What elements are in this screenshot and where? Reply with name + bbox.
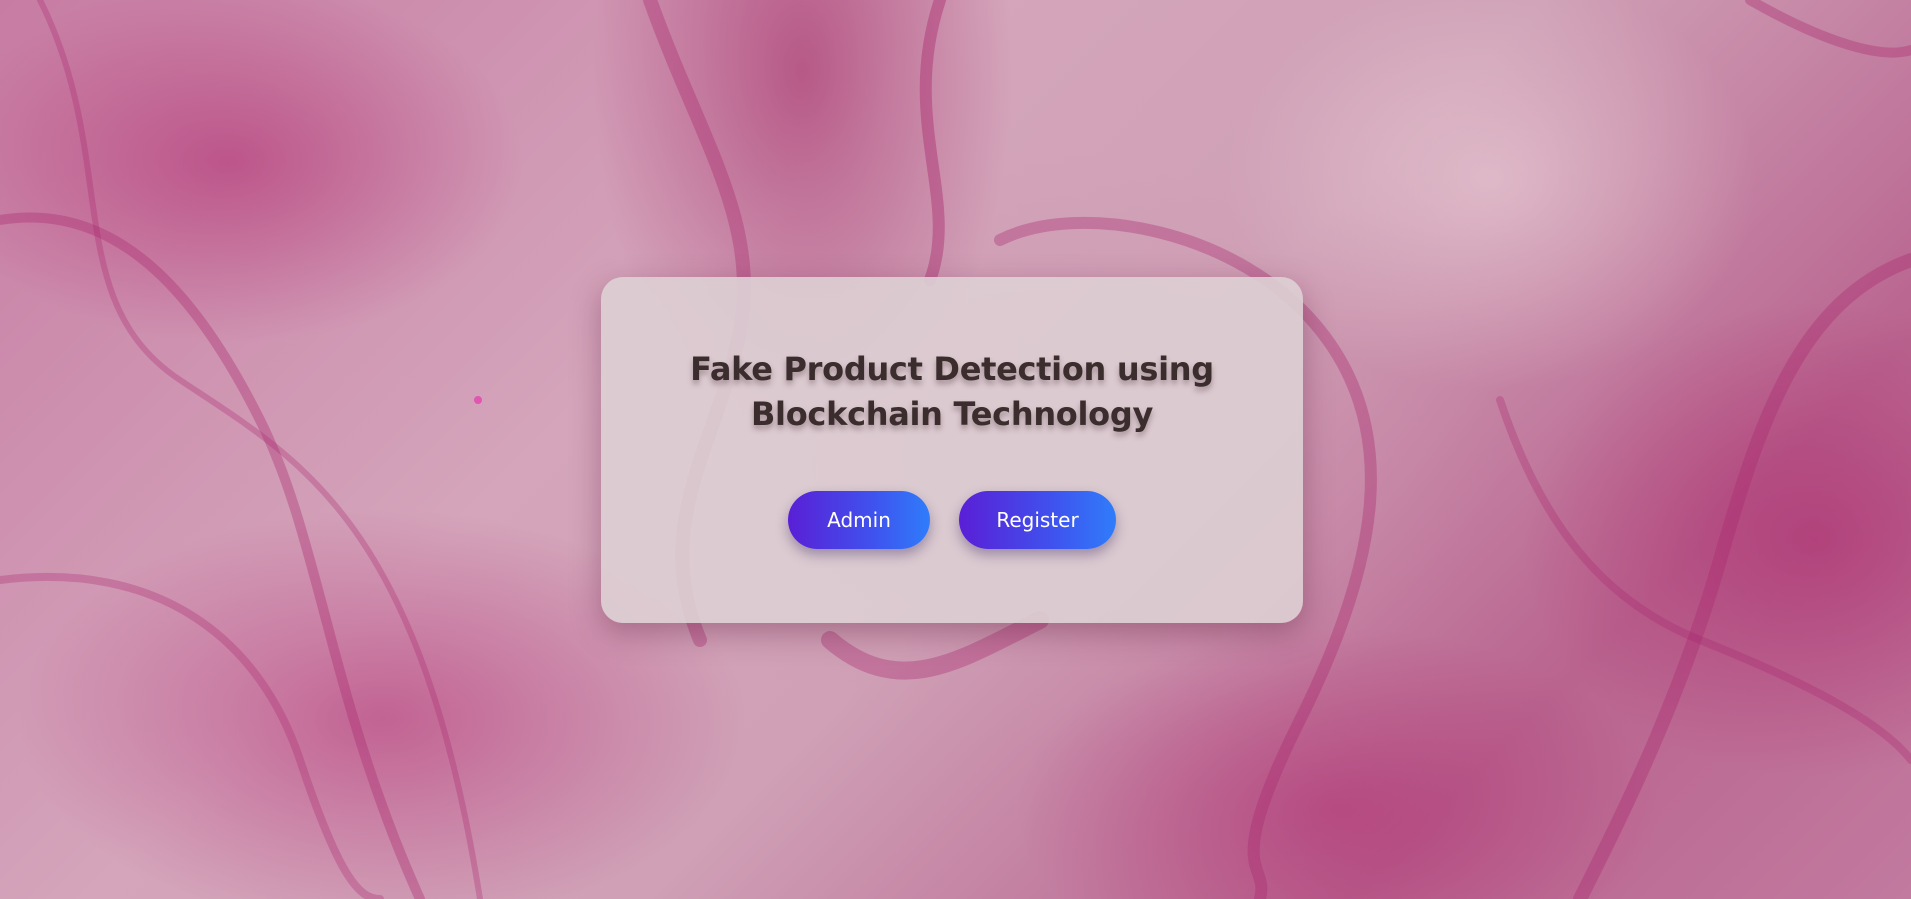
page-title-line-1: Fake Product Detection using [690,350,1214,388]
welcome-card: Fake Product Detection using Blockchain … [601,277,1303,623]
register-button[interactable]: Register [959,491,1116,549]
page-title: Fake Product Detection using Blockchain … [601,347,1303,437]
admin-button[interactable]: Admin [788,491,930,549]
decorative-dot [474,396,482,404]
page-title-line-2: Blockchain Technology [750,395,1154,433]
